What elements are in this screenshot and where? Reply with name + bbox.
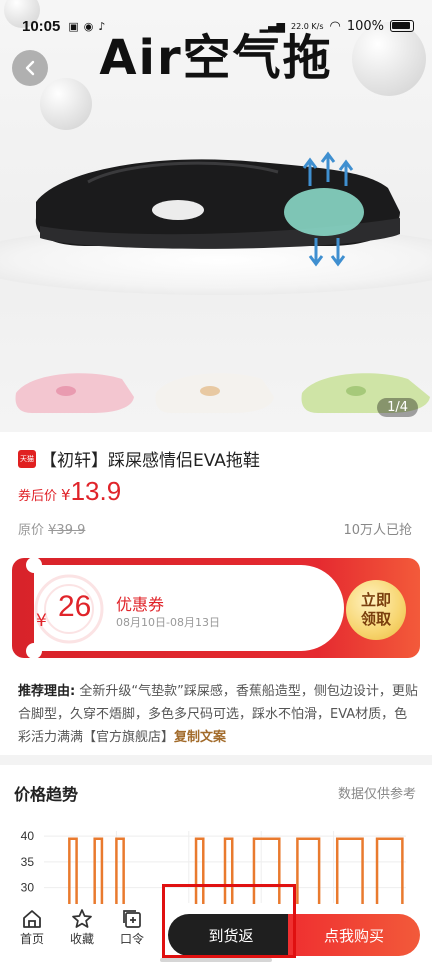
price-label: 券后价: [18, 489, 58, 504]
coupon-name: 优惠券: [116, 595, 165, 614]
recommendation-label: 推荐理由:: [18, 684, 76, 699]
nav-home[interactable]: 首页: [12, 908, 52, 947]
claim-label-2: 领取: [360, 610, 391, 628]
nav-code[interactable]: 口令: [112, 908, 152, 947]
section-divider: [0, 755, 432, 765]
price-row: 券后价 ¥ 13.9: [18, 476, 121, 507]
recommendation: 推荐理由: 全新升级“气垫款”踩屎感，香蕉船造型，侧包边设计，更贴合脚型，久穿不…: [18, 680, 420, 749]
claim-label-1: 立即: [360, 591, 391, 609]
copy-plus-icon: [123, 910, 141, 928]
product-image-main: [35, 151, 400, 267]
tiktok-icon: ♪: [98, 19, 106, 33]
coupon-notch: [26, 557, 42, 573]
battery-icon: [390, 20, 414, 32]
thumb-pink[interactable]: [12, 365, 138, 417]
claim-coupon-button[interactable]: 立即 领取: [346, 580, 406, 640]
nav-favorite-label: 收藏: [69, 932, 94, 946]
copy-text-link[interactable]: 复制文案: [174, 730, 226, 745]
thumb-white[interactable]: [152, 365, 278, 417]
chevron-left-icon: [25, 60, 35, 76]
original-price-row: 原价 ¥39.9: [18, 519, 85, 538]
home-indicator: [160, 958, 272, 962]
home-icon: [23, 910, 41, 928]
page-indicator: 1/4: [377, 398, 418, 417]
signal-icon: ▂▄▆: [259, 19, 286, 33]
status-bar: 10:05 ▣ ◉ ♪ ▂▄▆ 22.0 K/s ◠ 100%: [22, 14, 414, 38]
message-icon: ▣: [68, 19, 79, 33]
battery-percent: 100%: [346, 18, 384, 34]
buy-button[interactable]: 点我购买: [288, 914, 420, 956]
star-icon: [72, 909, 92, 928]
highlight-box: [162, 884, 296, 958]
price-currency: ¥: [61, 486, 71, 504]
status-time: 10:05: [22, 17, 61, 35]
coupon-date: 08月10日-08月13日: [116, 616, 220, 629]
network-speed: 22.0 K/s: [291, 21, 324, 31]
status-right: ▂▄▆ 22.0 K/s ◠ 100%: [260, 19, 414, 34]
back-button[interactable]: [12, 50, 48, 86]
chart-y-tick: 40: [21, 829, 35, 843]
original-label: 原价: [18, 523, 45, 538]
coupon-currency: ¥: [36, 611, 47, 631]
product-title: 【初轩】踩屎感情侣EVA拖鞋: [40, 451, 260, 471]
status-app-icons: ▣ ◉ ♪: [68, 20, 105, 33]
original-price: ¥39.9: [48, 523, 86, 538]
product-title-row: 天猫 【初轩】踩屎感情侣EVA拖鞋: [18, 446, 260, 471]
product-page: 1/4 Air空气拖 10:05 ▣ ◉ ♪ ▂▄▆ 22.0 K/s ◠ 10…: [0, 0, 432, 964]
chart-y-tick: 30: [21, 881, 35, 895]
price-trend-title: 价格趋势: [14, 785, 79, 804]
price-trend-note: 数据仅供参考: [337, 787, 416, 802]
nav-code-label: 口令: [119, 932, 144, 946]
wifi-icon: ◠: [329, 18, 341, 34]
notification-icon: ◉: [83, 19, 94, 33]
tmall-badge-icon: 天猫: [18, 449, 36, 468]
chart-y-tick: 35: [21, 855, 35, 869]
coupon-price: 13.9: [70, 476, 122, 506]
nav-home-label: 首页: [19, 932, 44, 946]
coupon-amount: 26: [58, 590, 92, 623]
nav-favorite[interactable]: 收藏: [62, 908, 102, 947]
sold-count: 10万人已抢: [343, 523, 412, 538]
